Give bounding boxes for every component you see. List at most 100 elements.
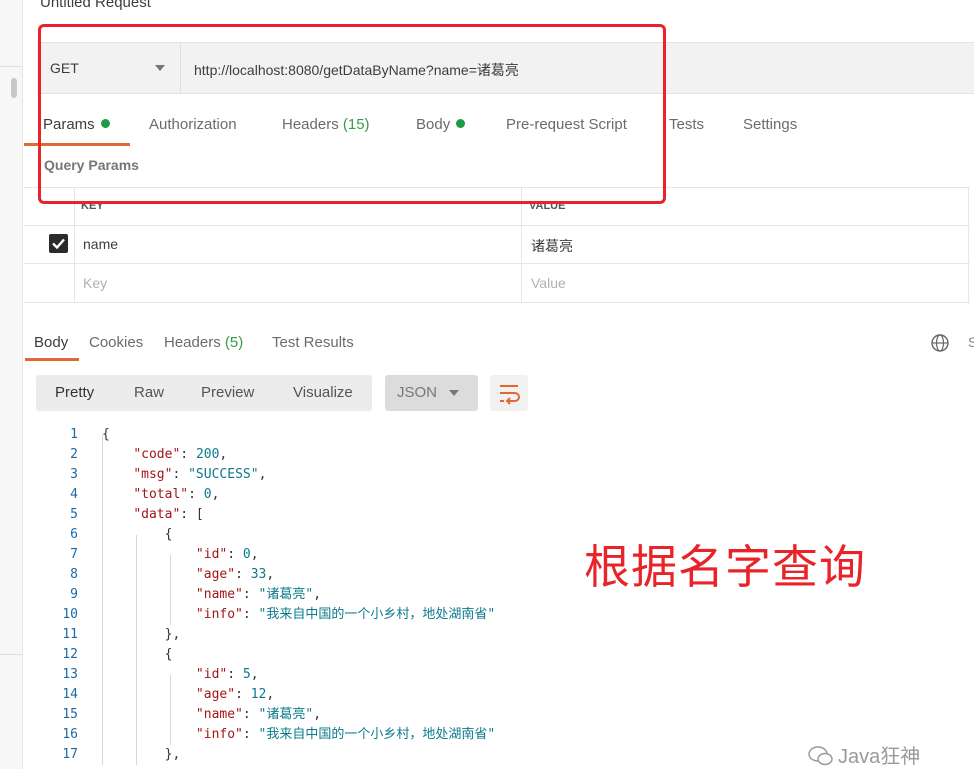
code-text: "code": 200, bbox=[133, 447, 228, 462]
code-line: 5 "data": [ bbox=[0, 505, 974, 525]
response-tab-test-results[interactable]: Test Results bbox=[272, 334, 354, 351]
code-text: "total": 0, bbox=[133, 487, 220, 502]
param-key-cell[interactable]: name bbox=[74, 225, 522, 263]
watermark-text: Java狂神 bbox=[838, 746, 921, 768]
column-header-key: KEY bbox=[81, 200, 104, 212]
params-status-dot bbox=[100, 119, 110, 128]
new-key-input[interactable]: Key bbox=[74, 264, 522, 302]
code-line: 10 "info": "我来自中国的一个小乡村，地处湖南省" bbox=[0, 605, 974, 625]
new-value-input[interactable]: Value bbox=[522, 264, 970, 302]
code-text: "age": 33, bbox=[195, 567, 275, 582]
response-tab-body[interactable]: Body bbox=[34, 334, 68, 351]
param-checkbox[interactable] bbox=[49, 234, 68, 253]
line-number: 3 bbox=[70, 467, 78, 482]
format-raw[interactable]: Raw bbox=[134, 384, 164, 401]
param-value-cell[interactable]: 诸葛亮 bbox=[522, 225, 970, 263]
line-number: 7 bbox=[70, 547, 78, 562]
line-number: 5 bbox=[70, 507, 78, 522]
table-header-row: KEY VALUE bbox=[24, 187, 970, 226]
row-check-cell bbox=[24, 264, 75, 302]
line-number: 2 bbox=[70, 447, 78, 462]
code-text: "msg": "SUCCESS", bbox=[133, 467, 267, 482]
annotation-text: 根据名字查询 bbox=[584, 540, 866, 594]
code-line: 3 "msg": "SUCCESS", bbox=[0, 465, 974, 485]
method-select[interactable]: GET bbox=[37, 43, 181, 93]
line-number: 14 bbox=[62, 687, 78, 702]
line-number: 10 bbox=[62, 607, 78, 622]
code-text: }, bbox=[102, 627, 181, 642]
request-title[interactable]: Untitled Request bbox=[40, 0, 151, 11]
language-label: JSON bbox=[397, 384, 438, 401]
code-text: { bbox=[102, 647, 173, 662]
code-text: "name": "诸葛亮", bbox=[195, 707, 322, 722]
response-headers-count: (5) bbox=[224, 334, 244, 351]
wrap-lines-button[interactable] bbox=[490, 375, 528, 411]
line-number: 11 bbox=[62, 627, 78, 642]
line-number: 17 bbox=[62, 747, 78, 762]
active-tab-indicator bbox=[24, 143, 130, 146]
gutter-divider bbox=[0, 66, 22, 67]
row-check-cell bbox=[24, 225, 75, 263]
code-line: 1{ bbox=[0, 425, 974, 445]
line-number: 4 bbox=[70, 487, 78, 502]
tab-body[interactable]: Body bbox=[416, 116, 466, 133]
code-text: "age": 12, bbox=[195, 687, 275, 702]
tab-settings[interactable]: Settings bbox=[743, 116, 797, 133]
wechat-icon bbox=[808, 746, 833, 766]
tab-params[interactable]: Params bbox=[43, 116, 110, 133]
response-tab-headers[interactable]: Headers (5) bbox=[164, 334, 243, 351]
param-value: 诸葛亮 bbox=[531, 238, 573, 254]
table-edge bbox=[968, 187, 969, 302]
table-row: name 诸葛亮 bbox=[24, 225, 970, 264]
line-number: 13 bbox=[62, 667, 78, 682]
header-value-cell: VALUE bbox=[522, 188, 970, 225]
line-number: 8 bbox=[70, 567, 78, 582]
code-text: "name": "诸葛亮", bbox=[195, 587, 322, 602]
tab-label: Pre-request Script bbox=[506, 116, 627, 133]
tab-label: Params bbox=[43, 116, 95, 133]
url-input[interactable]: http://localhost:8080/getDataByName?name… bbox=[194, 60, 519, 80]
body-status-dot bbox=[456, 119, 466, 128]
tab-label: Authorization bbox=[149, 116, 237, 133]
line-number: 12 bbox=[62, 647, 78, 662]
language-select[interactable]: JSON bbox=[385, 375, 478, 411]
response-tab-cookies[interactable]: Cookies bbox=[89, 334, 143, 351]
globe-icon[interactable] bbox=[930, 333, 950, 358]
tab-label: Headers bbox=[164, 334, 221, 351]
active-response-tab-indicator bbox=[25, 358, 79, 361]
value-placeholder: Value bbox=[531, 275, 566, 291]
line-number: 6 bbox=[70, 527, 78, 542]
scrollbar-thumb[interactable] bbox=[11, 78, 17, 98]
chevron-down-icon bbox=[155, 65, 165, 71]
method-label: GET bbox=[50, 60, 79, 76]
key-placeholder: Key bbox=[83, 275, 108, 291]
chevron-down-icon bbox=[449, 390, 459, 396]
tab-pre-request-script[interactable]: Pre-request Script bbox=[506, 116, 627, 133]
code-text: "info": "我来自中国的一个小乡村，地处湖南省" bbox=[195, 727, 496, 742]
url-bar: GET http://localhost:8080/getDataByName?… bbox=[37, 42, 974, 94]
header-key-cell: KEY bbox=[74, 188, 522, 225]
code-line: 13 "id": 5, bbox=[0, 665, 974, 685]
tab-tests[interactable]: Tests bbox=[669, 116, 704, 133]
line-number: 1 bbox=[70, 427, 78, 442]
tab-authorization[interactable]: Authorization bbox=[149, 116, 237, 133]
line-number: 9 bbox=[70, 587, 78, 602]
code-line: 14 "age": 12, bbox=[0, 685, 974, 705]
checkmark-icon bbox=[52, 238, 65, 250]
tab-label: Body bbox=[416, 116, 451, 133]
table-row: Key Value bbox=[24, 264, 970, 303]
tab-headers[interactable]: Headers (15) bbox=[282, 116, 370, 133]
code-text: { bbox=[102, 527, 173, 542]
line-number: 16 bbox=[62, 727, 78, 742]
code-text: }, bbox=[102, 747, 181, 762]
code-line: 11 }, bbox=[0, 625, 974, 645]
code-text: "data": [ bbox=[133, 507, 204, 522]
headers-count: (15) bbox=[342, 116, 370, 133]
format-toggle-group: Pretty Raw Preview Visualize bbox=[36, 375, 372, 411]
format-pretty[interactable]: Pretty bbox=[55, 384, 94, 401]
code-line: 4 "total": 0, bbox=[0, 485, 974, 505]
format-preview[interactable]: Preview bbox=[201, 384, 254, 401]
format-visualize[interactable]: Visualize bbox=[293, 384, 353, 401]
code-text: "id": 0, bbox=[195, 547, 259, 562]
param-key: name bbox=[83, 236, 119, 252]
